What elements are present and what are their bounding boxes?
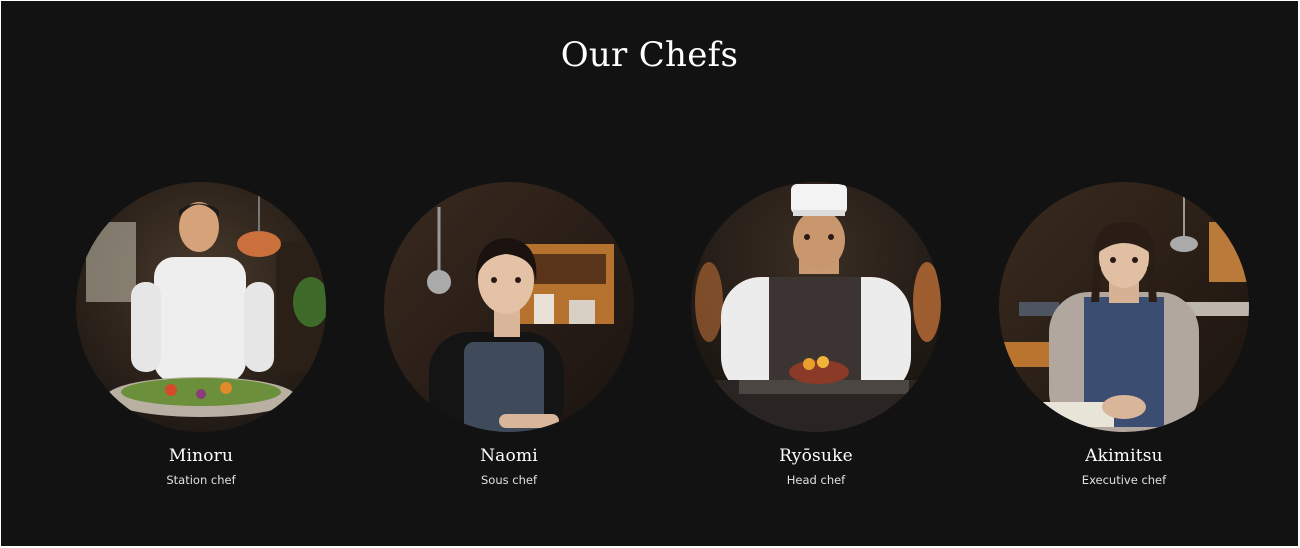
section-title: Our Chefs [560, 35, 739, 75]
chef-card-ryosuke: Ryōsuke Head chef [691, 182, 941, 487]
chef-card-naomi: Naomi Sous chef [384, 182, 634, 487]
chef-name: Minoru [168, 446, 234, 466]
chef-name: Akimitsu [1085, 446, 1163, 466]
chef-card-minoru: Minoru Station chef [76, 182, 326, 487]
chef-role: Station chef [166, 473, 236, 487]
chef-name: Naomi [480, 446, 538, 466]
chef-photo-minoru [76, 182, 326, 432]
chefs-section: Our Chefs Minoru Station chef Naomi Sous… [1, 1, 1298, 546]
chef-card-akimitsu: Akimitsu Executive chef [999, 182, 1249, 487]
chef-role: Sous chef [480, 473, 537, 487]
chef-photo-naomi [384, 182, 634, 432]
chef-role: Executive chef [1081, 473, 1167, 487]
chef-photo-akimitsu [999, 182, 1249, 432]
chef-role: Head chef [786, 473, 846, 487]
chef-photo-ryosuke [691, 182, 941, 432]
chef-name: Ryōsuke [779, 446, 853, 466]
